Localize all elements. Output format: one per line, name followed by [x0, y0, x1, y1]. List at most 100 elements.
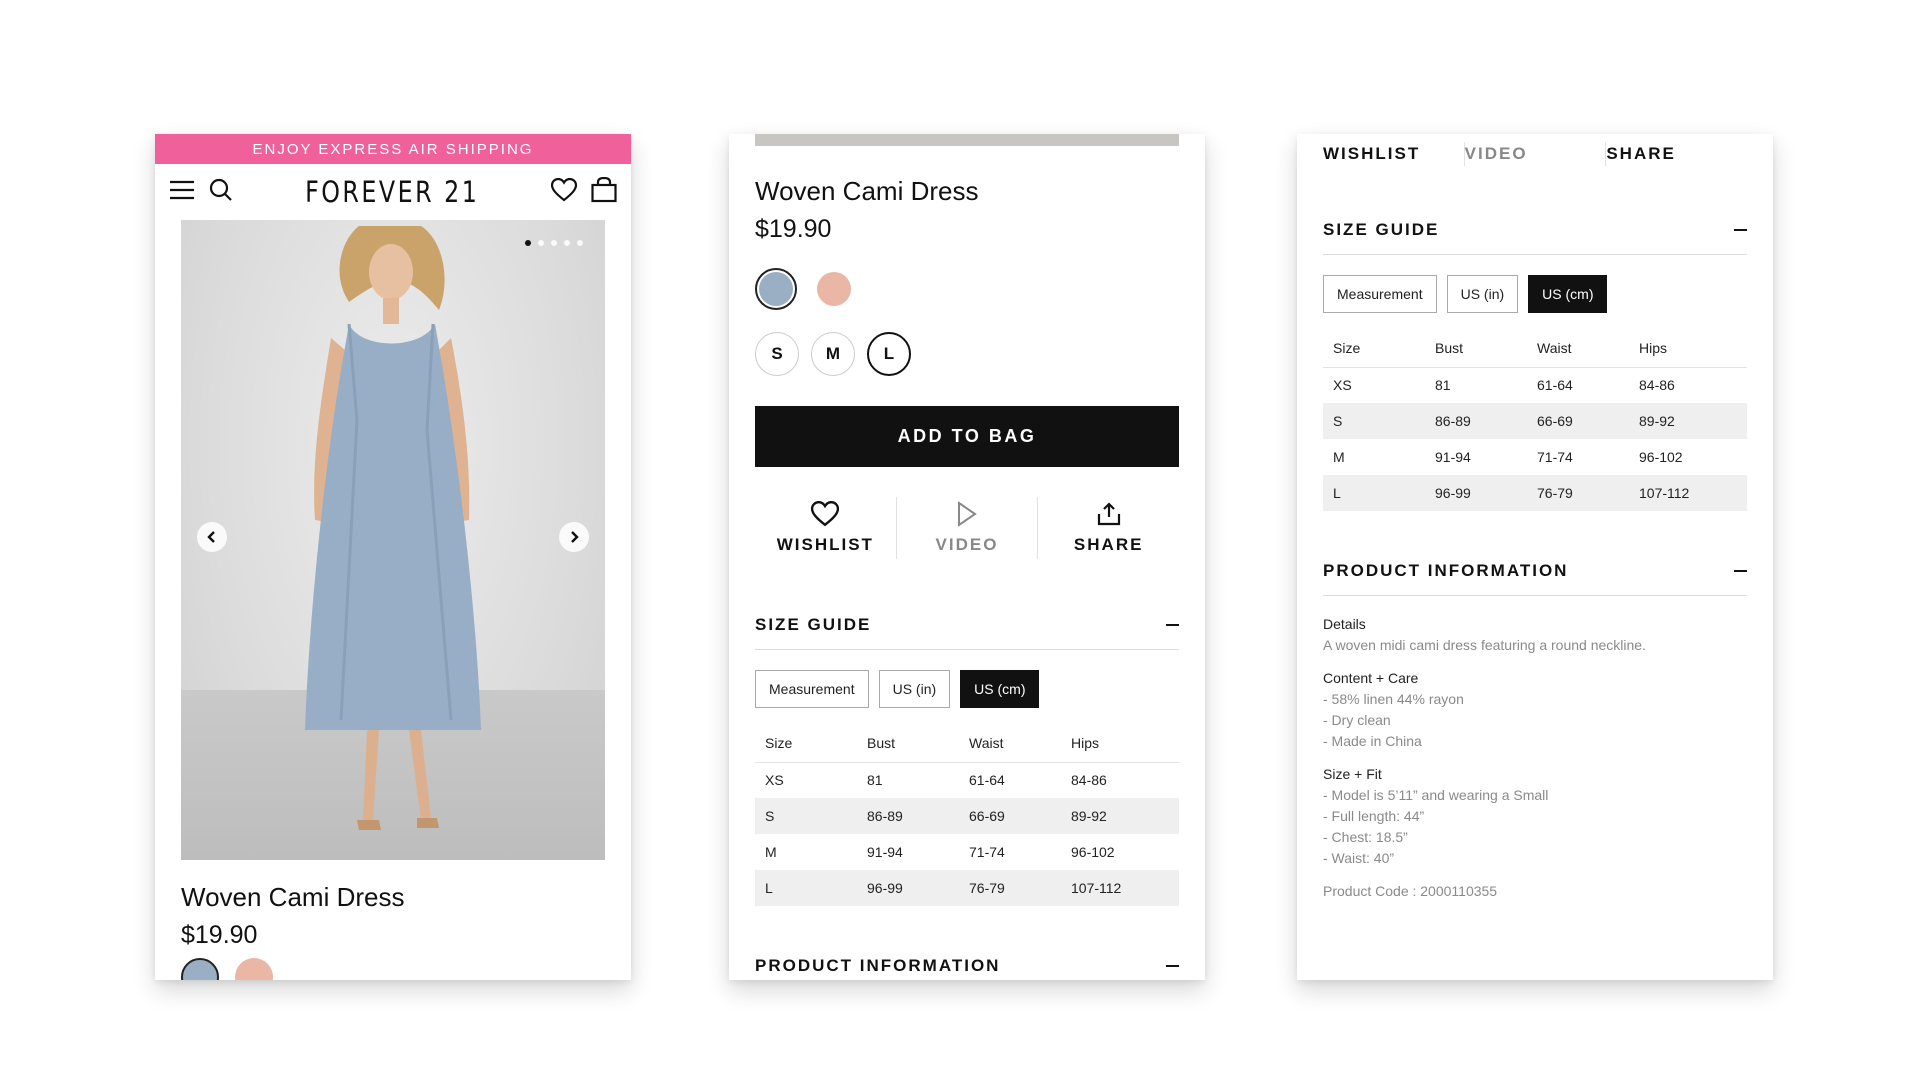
shopping-bag-icon[interactable] [591, 176, 617, 208]
table-cell: 81 [867, 772, 883, 789]
unit-tabs: Measurement US (in) US (cm) [755, 670, 1179, 708]
size-option-s[interactable]: S [755, 332, 799, 376]
wishlist-button[interactable]: WISHLIST [755, 497, 896, 559]
size-fit-label: Size + Fit [1323, 766, 1382, 782]
phone-screen-product-details: WISHLIST VIDEO SHARE SIZE GUIDE Measurem… [1297, 134, 1773, 980]
carousel-prev-button[interactable] [197, 522, 227, 552]
table-cell: 61-64 [1537, 377, 1573, 394]
product-price: $19.90 [755, 215, 832, 243]
carousel-dot[interactable] [525, 240, 531, 246]
product-information-body: Details A woven midi cami dress featurin… [1323, 614, 1747, 902]
tab-measurement[interactable]: Measurement [755, 670, 869, 708]
brand-logo[interactable]: FOREVER 21 [305, 175, 479, 209]
color-swatch-blue[interactable] [755, 268, 797, 310]
share-button[interactable]: SHARE [1605, 142, 1747, 166]
table-cell: 86-89 [1425, 403, 1527, 439]
table-cell: 71-74 [969, 844, 1005, 860]
carousel-dot[interactable] [577, 240, 583, 246]
table-row: S 86-89 66-69 89-92 [755, 798, 1179, 834]
table-header-row: Size Bust Waist Hips [1323, 329, 1747, 368]
care-item: - 58% linen 44% rayon [1323, 691, 1464, 707]
care-item: - Dry clean [1323, 712, 1391, 728]
video-button[interactable]: VIDEO [1463, 142, 1606, 166]
tab-us-in[interactable]: US (in) [1446, 275, 1519, 313]
table-cell: S [1323, 403, 1425, 439]
fit-item: - Model is 5’11” and wearing a Small [1323, 787, 1549, 803]
table-cell: 91-94 [1435, 449, 1471, 465]
chevron-left-icon [207, 531, 215, 543]
heart-icon[interactable] [550, 177, 578, 207]
carousel-dot[interactable] [538, 240, 544, 246]
model-in-dress-image [305, 226, 481, 830]
table-cell: 71-74 [1537, 449, 1573, 465]
collapse-minus-icon[interactable] [1734, 229, 1747, 231]
table-header-row: Size Bust Waist Hips [755, 724, 1179, 763]
carousel-dot[interactable] [564, 240, 570, 246]
table-cell: L [1323, 475, 1425, 511]
details-label: Details [1323, 616, 1366, 632]
fit-item: - Full length: 44” [1323, 808, 1425, 824]
product-price: $19.90 [181, 921, 258, 949]
size-chart-table: Size Bust Waist Hips XS 81 61-64 84-86 S… [1323, 329, 1747, 511]
size-option-l[interactable]: L [867, 332, 911, 376]
color-swatch-pink[interactable] [235, 958, 273, 980]
play-icon [958, 501, 977, 527]
menu-icon[interactable] [169, 180, 195, 205]
fit-item: - Chest: 18.5” [1323, 829, 1408, 845]
table-cell: 81 [1435, 377, 1451, 394]
product-actions: WISHLIST VIDEO SHARE [1323, 142, 1747, 166]
collapse-minus-icon[interactable] [1734, 570, 1747, 572]
column-header: Size [1323, 329, 1425, 368]
product-image-carousel[interactable] [181, 220, 605, 860]
wishlist-button[interactable]: WISHLIST [1323, 142, 1464, 166]
table-cell: 84-86 [1639, 377, 1675, 394]
table-cell: 107-112 [1061, 870, 1179, 906]
heart-icon [811, 501, 840, 527]
size-selector: S M L [755, 332, 1179, 376]
tab-measurement[interactable]: Measurement [1323, 275, 1437, 313]
tab-us-cm[interactable]: US (cm) [960, 670, 1040, 708]
table-cell: 76-79 [1527, 475, 1629, 511]
table-cell: 96-99 [857, 870, 959, 906]
tab-us-in[interactable]: US (in) [878, 670, 951, 708]
carousel-next-button[interactable] [559, 522, 589, 552]
column-header: Waist [959, 724, 1061, 763]
video-button[interactable]: VIDEO [895, 497, 1038, 559]
table-cell: S [755, 798, 857, 834]
search-icon[interactable] [209, 178, 233, 207]
size-guide-title: SIZE GUIDE [1323, 220, 1440, 239]
collapse-minus-icon[interactable] [1166, 624, 1179, 626]
product-actions: WISHLIST VIDEO SHARE [755, 497, 1179, 559]
color-swatches-peek [181, 958, 273, 980]
add-to-bag-button[interactable]: ADD TO BAG [755, 406, 1179, 467]
phone-screen-product-options: Woven Cami Dress $19.90 S M L ADD TO BAG… [729, 134, 1205, 980]
table-cell: 96-102 [1071, 844, 1115, 860]
color-swatches [755, 268, 1179, 310]
size-chart-table: Size Bust Waist Hips XS 81 61-64 84-86 S… [755, 724, 1179, 906]
tab-us-cm[interactable]: US (cm) [1528, 275, 1608, 313]
table-row: XS 81 61-64 84-86 [1323, 367, 1747, 403]
table-cell: M [1333, 449, 1345, 465]
share-button[interactable]: SHARE [1037, 497, 1179, 559]
color-swatch-pink[interactable] [813, 268, 855, 310]
color-swatch-blue[interactable] [181, 958, 219, 980]
carousel-pagination-dots[interactable] [525, 240, 583, 246]
carousel-dot[interactable] [551, 240, 557, 246]
column-header: Bust [1425, 329, 1527, 368]
product-information-header[interactable]: PRODUCT INFORMATION [755, 956, 1179, 980]
product-information-header[interactable]: PRODUCT INFORMATION [1323, 561, 1747, 596]
column-header: Hips [1061, 724, 1179, 763]
care-item: - Made in China [1323, 733, 1422, 749]
table-cell: 76-79 [959, 870, 1061, 906]
wishlist-label: WISHLIST [776, 535, 874, 554]
unit-tabs: Measurement US (in) US (cm) [1323, 275, 1747, 313]
table-cell: L [755, 870, 857, 906]
table-cell: 66-69 [1527, 403, 1629, 439]
size-guide-header[interactable]: SIZE GUIDE [755, 615, 1179, 650]
size-guide-header[interactable]: SIZE GUIDE [1323, 220, 1747, 255]
size-option-m[interactable]: M [811, 332, 855, 376]
table-row: XS 81 61-64 84-86 [755, 762, 1179, 798]
collapse-minus-icon[interactable] [1166, 965, 1179, 967]
product-title: Woven Cami Dress [181, 882, 405, 912]
promo-banner[interactable]: ENJOY EXPRESS AIR SHIPPING [155, 134, 631, 164]
